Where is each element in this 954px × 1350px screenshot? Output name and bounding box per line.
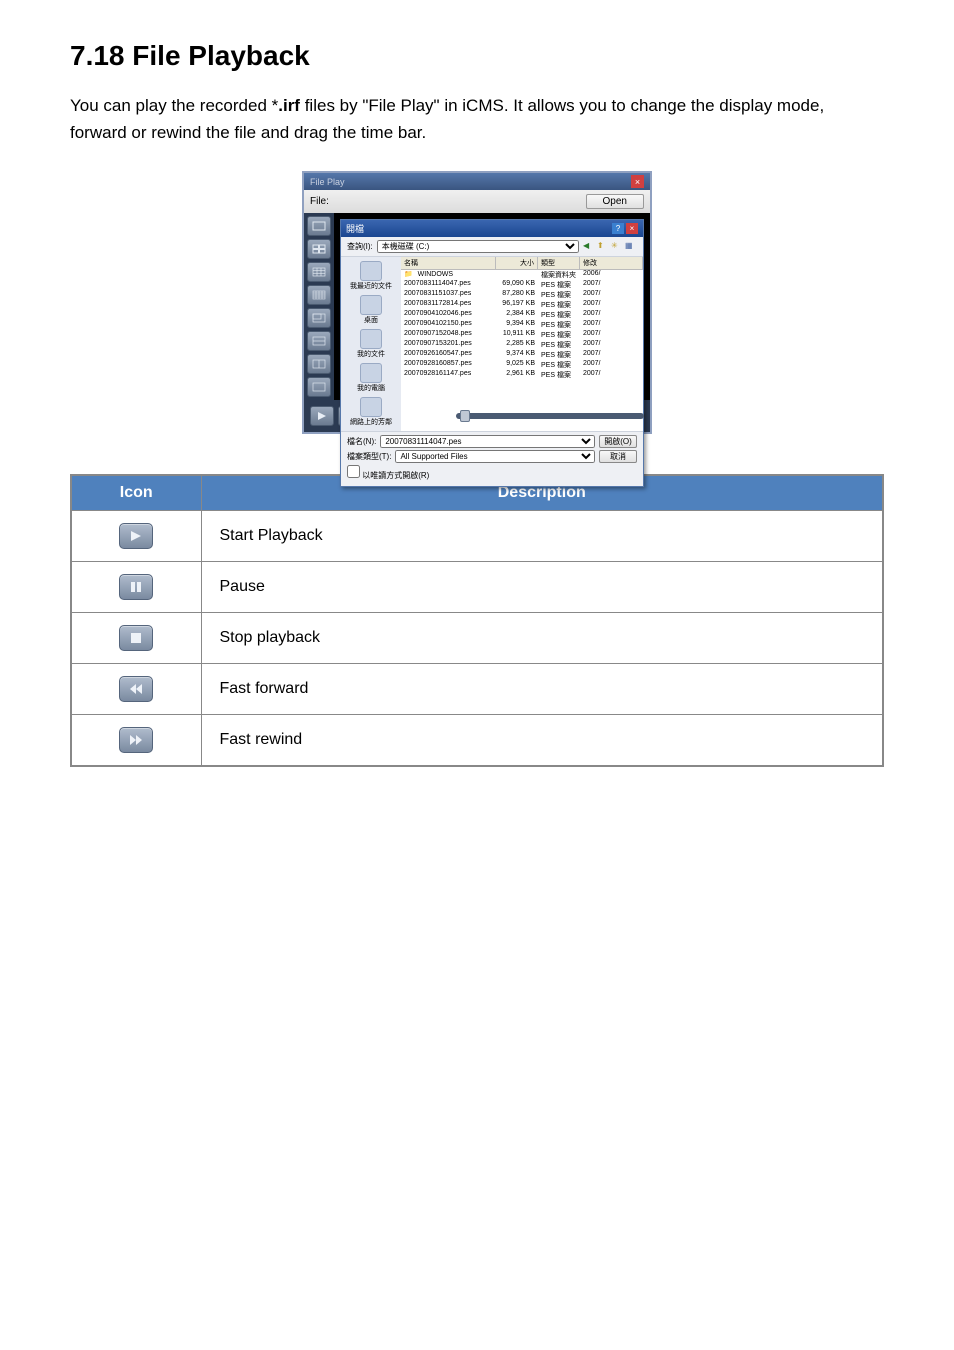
file-row-item[interactable]: 20070928160857.pes9,025 KBPES 檔案2007/ — [401, 360, 643, 370]
filename-label: 檔名(N): — [347, 436, 376, 447]
layout-1-button[interactable] — [307, 216, 331, 236]
folder-row[interactable]: 📁 WINDOWS檔案資料夾2006/ — [401, 270, 643, 280]
layout-16-button[interactable] — [307, 285, 331, 305]
file-row-item[interactable]: 20070904102150.pes9,394 KBPES 檔案2007/ — [401, 320, 643, 330]
dialog-sidebar: 我最近的文件 桌面 我的文件 我的電腦 網路上的芳鄰 — [341, 257, 401, 431]
file-row-item[interactable]: 20070926160547.pes9,374 KBPES 檔案2007/ — [401, 350, 643, 360]
file-row-item[interactable]: 20070831172814.pes96,197 KBPES 檔案2007/ — [401, 300, 643, 310]
readonly-checkbox[interactable]: 以唯讀方式開啟(R) — [347, 465, 429, 481]
file-row-item[interactable]: 20070928161147.pes2,961 KBPES 檔案2007/ — [401, 370, 643, 380]
icon-description-table: Icon Description Start Playback Pause St… — [70, 474, 884, 767]
file-list-header: 名稱 大小 類型 修改 — [401, 257, 643, 270]
layout-d-button[interactable] — [307, 377, 331, 397]
help-icon[interactable]: ? — [612, 223, 624, 234]
up-icon[interactable]: ⬆ — [597, 241, 609, 253]
side-docs[interactable]: 我的文件 — [357, 329, 385, 359]
open-button[interactable]: Open — [586, 194, 644, 209]
dialog-bottom: 檔名(N): 20070831114047.pes 開啟(O) 檔案類型(T):… — [341, 431, 643, 486]
work-area: 開檔 ?× 查詢(I): 本機磁碟 (C:) ◀ ⬆ ✳ ▦ — [304, 213, 650, 400]
side-computer[interactable]: 我的電腦 — [357, 363, 385, 393]
dialog-body: 我最近的文件 桌面 我的文件 我的電腦 網路上的芳鄰 名稱 大小 類型 修改 — [341, 257, 643, 431]
dialog-title-text: 開檔 — [346, 222, 364, 235]
filename-select[interactable]: 20070831114047.pes — [380, 435, 595, 448]
intro-pre: You can play the recorded * — [70, 96, 278, 115]
dialog-titlebar: 開檔 ?× — [341, 220, 643, 237]
file-label: File: — [310, 196, 329, 207]
page-heading: 7.18 File Playback — [70, 40, 884, 72]
layout-a-button[interactable] — [307, 308, 331, 328]
open-dialog: 開檔 ?× 查詢(I): 本機磁碟 (C:) ◀ ⬆ ✳ ▦ — [340, 219, 644, 487]
table-row: Fast rewind — [71, 715, 883, 767]
drive-select[interactable]: 本機磁碟 (C:) — [377, 240, 579, 253]
file-list[interactable]: 名稱 大小 類型 修改 📁 WINDOWS檔案資料夾2006/ 20070831… — [401, 257, 643, 431]
lookin-row: 查詢(I): 本機磁碟 (C:) ◀ ⬆ ✳ ▦ — [341, 237, 643, 257]
left-toolbar — [304, 213, 334, 400]
desc-ff: Fast forward — [201, 664, 883, 715]
side-desktop[interactable]: 桌面 — [360, 295, 382, 325]
desc-stop: Stop playback — [201, 613, 883, 664]
fileplay-titlebar: File Play × — [304, 173, 650, 190]
file-row-item[interactable]: 20070831114047.pes69,090 KBPES 檔案2007/ — [401, 280, 643, 290]
layout-b-button[interactable] — [307, 331, 331, 351]
file-row: File: Open — [304, 190, 650, 213]
dialog-close-icon[interactable]: × — [626, 223, 638, 234]
video-viewer: 開檔 ?× 查詢(I): 本機磁碟 (C:) ◀ ⬆ ✳ ▦ — [334, 213, 650, 400]
fast-forward-icon — [119, 676, 153, 702]
newfolder-icon[interactable]: ✳ — [611, 241, 623, 253]
slider-thumb[interactable] — [460, 410, 470, 422]
side-network[interactable]: 網路上的芳鄰 — [350, 397, 392, 427]
layout-9-button[interactable] — [307, 262, 331, 282]
table-row: Stop playback — [71, 613, 883, 664]
col-mod[interactable]: 修改 — [580, 257, 643, 269]
th-icon: Icon — [71, 475, 201, 511]
play-icon — [119, 523, 153, 549]
desc-play: Start Playback — [201, 511, 883, 562]
close-icon[interactable]: × — [631, 175, 644, 188]
col-type[interactable]: 類型 — [538, 257, 580, 269]
dialog-cancel-button[interactable]: 取消 — [599, 450, 637, 463]
file-row-item[interactable]: 20070904102046.pes2,384 KBPES 檔案2007/ — [401, 310, 643, 320]
intro-bold: .irf — [278, 96, 300, 115]
intro-text: You can play the recorded *.irf files by… — [70, 92, 884, 146]
fileplay-window: File Play × File: Open 開檔 — [302, 171, 652, 434]
back-icon[interactable]: ◀ — [583, 241, 595, 253]
layout-c-button[interactable] — [307, 354, 331, 374]
time-slider[interactable] — [456, 413, 644, 419]
file-row-item[interactable]: 20070831151037.pes87,280 KBPES 檔案2007/ — [401, 290, 643, 300]
table-row: Pause — [71, 562, 883, 613]
view-icon[interactable]: ▦ — [625, 241, 637, 253]
table-row: Fast forward — [71, 664, 883, 715]
fileplay-title-text: File Play — [310, 177, 345, 187]
stop-icon — [119, 625, 153, 651]
filetype-label: 檔案類型(T): — [347, 451, 391, 462]
desc-fr: Fast rewind — [201, 715, 883, 767]
fast-rewind-icon — [119, 727, 153, 753]
side-recent[interactable]: 我最近的文件 — [350, 261, 392, 291]
ctrl-play-button[interactable] — [310, 406, 334, 426]
pause-icon — [119, 574, 153, 600]
lookin-label: 查詢(I): — [347, 241, 373, 252]
col-size[interactable]: 大小 — [496, 257, 538, 269]
desc-pause: Pause — [201, 562, 883, 613]
filetype-select[interactable]: All Supported Files — [395, 450, 595, 463]
dialog-open-button[interactable]: 開啟(O) — [599, 435, 637, 448]
file-row-item[interactable]: 20070907153201.pes2,285 KBPES 檔案2007/ — [401, 340, 643, 350]
screenshot-container: File Play × File: Open 開檔 — [70, 171, 884, 434]
file-row-item[interactable]: 20070907152048.pes10,911 KBPES 檔案2007/ — [401, 330, 643, 340]
layout-4-button[interactable] — [307, 239, 331, 259]
table-row: Start Playback — [71, 511, 883, 562]
col-name[interactable]: 名稱 — [401, 257, 496, 269]
